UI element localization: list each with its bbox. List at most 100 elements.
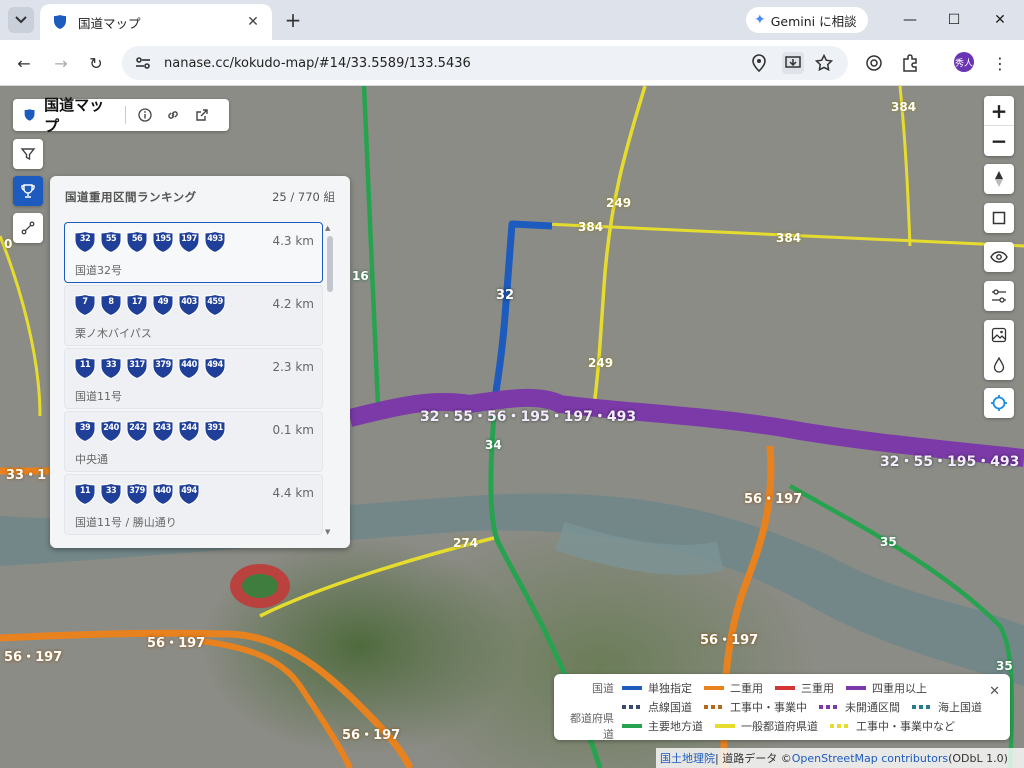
minimize-button[interactable]: — [898, 8, 922, 32]
legend-item: 三重用 [775, 680, 834, 696]
route-number: 243 [155, 423, 171, 433]
shield-icon [54, 15, 66, 29]
ranking-item[interactable]: 32 55 56 195 197 493 4.3 km 国道32号 [64, 222, 323, 283]
label-r56-197-b: 56・197 [700, 633, 759, 648]
ranking-scrollbar[interactable]: ▲ ▼ [325, 224, 333, 538]
map-area[interactable]: 32・55・56・195・197・493 32・55・195・493 32 34… [0, 86, 1024, 768]
legend-label: 点線国道 [648, 701, 692, 714]
site-settings-icon[interactable] [134, 54, 152, 72]
ranking-count: 25 / 770 組 [272, 190, 335, 204]
link-icon[interactable] [162, 103, 185, 127]
route-number: 494 [181, 486, 197, 496]
route-number: 459 [207, 297, 223, 307]
ranking-item[interactable]: 11 33 379 440 494 4.4 km 国道11号 / 勝山通り [64, 474, 323, 535]
gemini-spark-icon: ✦ [754, 12, 766, 28]
route-shield-icon: 440 [177, 356, 201, 380]
route-number: 440 [155, 486, 171, 496]
attribution-osm-link[interactable]: OpenStreetMap contributors [792, 752, 948, 765]
scroll-thumb[interactable] [327, 236, 333, 292]
compass-icon [995, 171, 1003, 187]
legend-swatch [622, 705, 642, 709]
route-shield-icon: 459 [203, 293, 227, 317]
route-shields: 39 240 242 243 244 391 [73, 419, 229, 443]
water-drop-icon [993, 357, 1005, 373]
reload-button[interactable]: ↻ [83, 50, 109, 76]
water-layer-button[interactable] [984, 350, 1014, 380]
close-tab-icon[interactable]: ✕ [244, 13, 262, 31]
ranking-title: 国道重用区間ランキング [65, 190, 197, 204]
legend-item: 四重用以上 [846, 680, 927, 696]
route-measure-button[interactable] [13, 213, 43, 243]
ranking-item[interactable]: 39 240 242 243 244 391 0.1 km 中央通 [64, 411, 323, 472]
close-window-button[interactable]: ✕ [988, 8, 1012, 32]
zoom-in-button[interactable]: + [984, 96, 1014, 126]
legend-label: 二重用 [730, 682, 763, 695]
divider [124, 106, 126, 124]
scroll-down-icon[interactable]: ▼ [325, 528, 330, 536]
legend-swatch [846, 686, 866, 690]
route-number: 197 [181, 234, 197, 244]
settings-sliders-button[interactable] [984, 281, 1014, 311]
route-number: 244 [181, 423, 197, 433]
legend-swatch [622, 724, 642, 728]
route-shield-icon: 197 [177, 230, 201, 254]
app-title-bar: 国道マップ [13, 96, 229, 135]
tab-title: 国道マップ [78, 15, 141, 31]
route-shield-icon: 403 [177, 293, 201, 317]
info-icon[interactable] [133, 103, 156, 127]
attribution-gsi-link[interactable]: 国土地理院 [660, 750, 715, 766]
chatgpt-extension-icon[interactable] [865, 54, 883, 72]
maximize-button[interactable]: ☐ [942, 8, 966, 32]
label-r35b: 35 [996, 659, 1013, 673]
back-button[interactable]: ← [11, 50, 37, 76]
address-bar[interactable]: nanase.cc/kokudo-map/#14/33.5589/133.543… [122, 46, 848, 80]
new-tab-button[interactable]: + [282, 8, 304, 32]
legend-swatch [830, 724, 850, 728]
profile-avatar[interactable]: 秀人 [954, 52, 974, 72]
browser-tab[interactable]: 国道マップ ✕ [40, 4, 272, 40]
image-icon [991, 327, 1007, 343]
legend-close-icon[interactable]: ✕ [989, 684, 1000, 699]
filter-icon [20, 148, 36, 161]
route-icon [21, 221, 35, 235]
geolocate-button[interactable] [984, 388, 1014, 418]
ranking-button[interactable] [13, 176, 43, 206]
route-shield-icon: 195 [151, 230, 175, 254]
menu-kebab-icon[interactable]: ⋮ [990, 52, 1010, 74]
route-shield-icon: 242 [125, 419, 149, 443]
route-number: 33 [105, 486, 117, 496]
bookmark-star-icon[interactable] [815, 54, 833, 72]
label-r16: 16 [352, 269, 369, 283]
route-shield-icon: 317 [125, 356, 149, 380]
gemini-button[interactable]: ✦ Gemini に相談 [746, 7, 868, 33]
compass-button[interactable] [984, 164, 1014, 194]
legend-swatch [704, 686, 724, 690]
route-number: 440 [181, 360, 197, 370]
route-shield-icon: 8 [99, 293, 123, 317]
stadium-field [242, 574, 278, 598]
filter-button[interactable] [13, 139, 43, 169]
zoom-out-button[interactable]: − [984, 126, 1014, 156]
forward-button[interactable]: → [48, 50, 74, 76]
location-pin-icon[interactable] [750, 54, 768, 72]
aerial-photo-button[interactable] [984, 320, 1014, 350]
label-r32: 32 [496, 288, 515, 303]
external-link-icon[interactable] [190, 103, 213, 127]
fullscreen-button[interactable] [984, 203, 1014, 233]
tab-search-button[interactable] [8, 7, 34, 33]
road-56-197-loop [199, 638, 353, 768]
ranking-item[interactable]: 7 8 17 49 403 459 4.2 km 栗ノ木バイパス [64, 285, 323, 346]
route-shields: 7 8 17 49 403 459 [73, 293, 229, 317]
route-shield-icon: 7 [73, 293, 97, 317]
ranking-list[interactable]: 32 55 56 195 197 493 4.3 km 国道32号 7 8 17 49 403 459 4.… [64, 222, 324, 537]
extensions-puzzle-icon[interactable] [901, 54, 919, 72]
label-r35a: 35 [880, 535, 897, 549]
route-shield-icon: 11 [73, 356, 97, 380]
ranking-item[interactable]: 11 33 317 379 440 494 2.3 km 国道11号 [64, 348, 323, 409]
route-shield-icon: 494 [177, 482, 201, 506]
install-app-icon[interactable] [782, 52, 804, 74]
ranking-road-name: 国道32号 [75, 264, 122, 277]
visibility-button[interactable] [984, 242, 1014, 272]
route-shield-icon: 39 [73, 419, 97, 443]
scroll-up-icon[interactable]: ▲ [325, 224, 330, 232]
